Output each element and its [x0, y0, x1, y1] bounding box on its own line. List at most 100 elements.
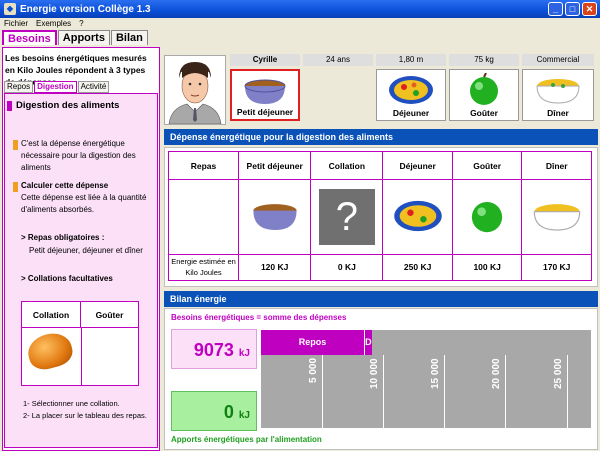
bilan-panel: Besoins énergétiques = somme des dépense… — [164, 308, 598, 450]
apple-icon — [470, 72, 498, 105]
tab-bilan[interactable]: Bilan — [110, 30, 148, 45]
person-weight: 75 kg — [449, 54, 519, 66]
energy-row-label: Energie estimée en Kilo Joules — [168, 253, 239, 282]
cell-petit-dejeuner-image — [237, 179, 312, 255]
paella-icon — [389, 76, 433, 104]
person-job: Commercial — [522, 54, 594, 66]
meal-label: Goûter — [470, 108, 498, 118]
bullet-marker — [13, 140, 18, 150]
gauge-gridline — [505, 355, 507, 428]
energy-gauge: Repos Dig 5 000 10 000 15 000 20 000 25 … — [261, 330, 591, 428]
person-portrait-icon — [168, 62, 222, 125]
gauge-gridline — [444, 355, 446, 428]
cell-collation-drop[interactable]: ? — [310, 179, 384, 255]
gauge-tick: 25 000 — [552, 358, 564, 389]
cell-dejeuner-image — [382, 179, 453, 255]
gauge-tick: 5 000 — [308, 358, 320, 384]
energy-gouter: 100 KJ — [451, 253, 523, 282]
apports-unit: kJ — [238, 410, 250, 421]
digestion-header: Dépense énergétique pour la digestion de… — [164, 129, 598, 145]
meal-diner[interactable]: Dîner — [522, 69, 594, 121]
subtab-repos[interactable]: Repos — [4, 81, 34, 93]
main-tabs: Besoins Apports Bilan — [2, 30, 148, 45]
energy-dejeuner: 250 KJ — [382, 253, 453, 282]
gauge-gridline — [322, 355, 324, 428]
tab-besoins[interactable]: Besoins — [2, 30, 57, 45]
avatar — [164, 55, 226, 125]
bowl-icon — [253, 204, 297, 231]
collations-title: > Collations facultatives — [21, 274, 113, 283]
bullet-marker — [13, 182, 18, 192]
col-diner: Dîner — [521, 150, 592, 181]
gauge-tick: 20 000 — [491, 358, 503, 389]
person-height: 1,80 m — [376, 54, 446, 66]
close-button[interactable]: ✕ — [582, 2, 597, 16]
apple-icon — [472, 201, 503, 233]
calcul-title: Calculer cette dépense — [21, 181, 109, 190]
soup-icon — [533, 204, 580, 231]
meal-dejeuner[interactable]: Déjeuner — [376, 69, 446, 121]
bowl-icon — [244, 79, 286, 104]
digestion-table: Repas Petit déjeuner Collation Déjeuner … — [168, 150, 592, 282]
maximize-button[interactable]: □ — [565, 2, 580, 16]
menu-fichier[interactable]: Fichier — [4, 18, 28, 29]
section-title: Digestion des aliments — [7, 100, 119, 111]
digestion-table-panel: Repas Petit déjeuner Collation Déjeuner … — [164, 147, 598, 287]
paella-icon — [393, 200, 442, 232]
col-dejeuner: Déjeuner — [382, 150, 453, 181]
app-icon: ◆ — [4, 3, 16, 15]
apports-value: 0 — [223, 402, 234, 422]
collation-header: Collation — [22, 302, 81, 328]
subtab-activite[interactable]: Activité — [77, 81, 110, 93]
soup-icon — [536, 79, 580, 104]
gauge-segment-repos: Repos — [261, 330, 365, 355]
croissant-icon[interactable] — [24, 328, 76, 374]
menu-help[interactable]: ? — [79, 18, 83, 29]
calcul-text: Cette dépense est liée à la quantité d'a… — [21, 193, 147, 214]
repas-title: > Repas obligatoires : — [21, 233, 105, 242]
besoins-value: 9073 — [193, 340, 234, 360]
left-panel: Les besoins énergétiques mesurés en Kilo… — [2, 47, 160, 451]
right-panel: Cyrille 24 ans 1,80 m 75 kg Commercial P… — [162, 47, 600, 451]
repas-text: Petit déjeuner, déjeuner et dîner — [29, 246, 143, 255]
instruction-2: 2- La placer sur le tableau des repas. — [23, 411, 147, 420]
col-gouter: Goûter — [451, 150, 523, 181]
cell-diner-image — [521, 179, 592, 255]
gauge-tick: 15 000 — [430, 358, 442, 389]
meal-label: Petit déjeuner — [236, 107, 294, 117]
gouter-header: Goûter — [81, 302, 138, 328]
menu-bar: Fichier Exemples ? — [0, 18, 600, 29]
gauge-tick: 10 000 — [369, 358, 381, 389]
meal-petit-dejeuner[interactable]: Petit déjeuner — [230, 69, 300, 121]
col-collation: Collation — [310, 150, 384, 181]
besoins-label: Besoins énergétiques = somme des dépense… — [171, 313, 347, 322]
energy-collation: 0 KJ — [310, 253, 384, 282]
energy-petit-dejeuner: 120 KJ — [237, 253, 312, 282]
apports-value-box: 0 kJ — [171, 391, 257, 431]
question-icon: ? — [318, 189, 375, 245]
section-title-text: Digestion des aliments — [16, 100, 120, 111]
person-age: 24 ans — [303, 54, 373, 66]
sub-tabs: Repos Digestion Activité — [4, 81, 110, 93]
energy-diner: 170 KJ — [521, 253, 592, 282]
gauge-gridline — [383, 355, 385, 428]
meal-gouter[interactable]: Goûter — [449, 69, 519, 121]
instruction-1: 1- Sélectionner une collation. — [23, 399, 120, 408]
gauge-gridline — [566, 355, 568, 428]
empty-cell — [168, 179, 239, 255]
meal-label: Dîner — [547, 108, 569, 118]
col-petit-dejeuner: Petit déjeuner — [237, 150, 312, 181]
cell-gouter-image — [451, 179, 523, 255]
title-marker — [7, 100, 12, 111]
menu-exemples[interactable]: Exemples — [36, 18, 71, 29]
besoins-value-box: 9073 kJ — [171, 329, 257, 369]
collation-table: Collation Goûter — [21, 301, 139, 386]
subtab-digestion[interactable]: Digestion — [34, 81, 77, 93]
besoins-unit: kJ — [238, 348, 250, 359]
minimize-button[interactable]: _ — [548, 2, 563, 16]
digestion-definition: C'est la dépense énergétique nécessaire … — [21, 139, 136, 172]
person-name: Cyrille — [230, 54, 300, 66]
gauge-segment-digestion: Dig — [364, 330, 372, 355]
tab-apports[interactable]: Apports — [57, 30, 110, 45]
apports-label: Apports énergétiques par l'alimentation — [171, 435, 322, 444]
